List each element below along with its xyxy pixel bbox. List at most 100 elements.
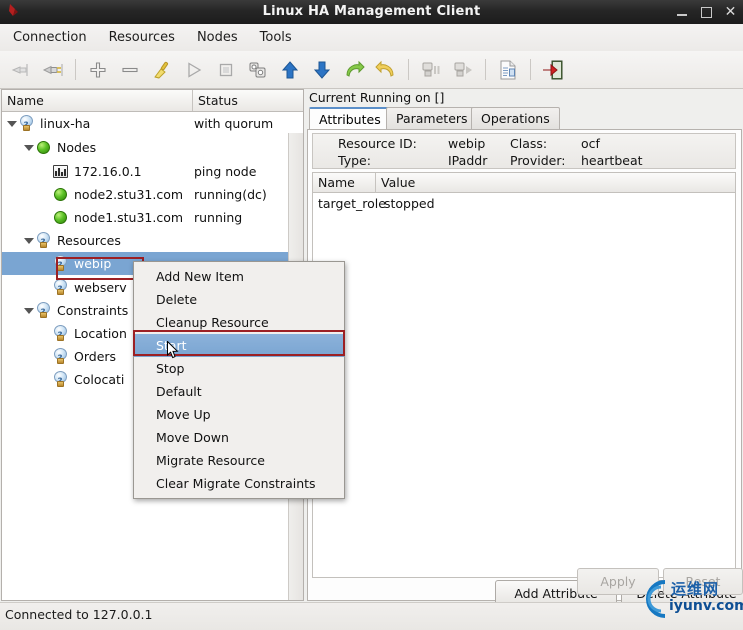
- tree-row-label: node1.stu31.com: [74, 210, 184, 225]
- quit-icon[interactable]: [540, 57, 566, 83]
- tree-column-name[interactable]: Name: [2, 90, 197, 111]
- active-icon[interactable]: [450, 57, 476, 83]
- connect-icon[interactable]: [8, 57, 34, 83]
- green-ball-icon: [52, 209, 69, 226]
- menu-nodes[interactable]: Nodes: [186, 27, 249, 48]
- tree-row-label: node2.stu31.com: [74, 187, 184, 202]
- tree-row-status: ping node: [194, 164, 257, 179]
- twisty-icon[interactable]: [22, 136, 35, 159]
- tree-row-label: Orders: [74, 349, 117, 364]
- bulb-icon: ?: [52, 325, 69, 342]
- status-text: Connected to 127.0.0.1: [5, 607, 153, 622]
- attribute-table-header: Name Value: [312, 172, 736, 193]
- remove-icon[interactable]: [117, 57, 143, 83]
- resource-context-menu: Add New Item Delete Cleanup Resource Sta…: [133, 261, 345, 499]
- tree-row-ping-node[interactable]: 172.16.0.1 ping node: [2, 160, 303, 183]
- attr-column-value[interactable]: Value: [375, 173, 415, 193]
- context-menu-item-move-up[interactable]: Move Up: [134, 403, 344, 426]
- tree-row-status: running: [194, 210, 243, 225]
- toolbar-separator: [75, 59, 76, 80]
- context-menu-item-delete[interactable]: Delete: [134, 288, 344, 311]
- tab-operations[interactable]: Operations: [471, 107, 560, 129]
- standby-icon[interactable]: [418, 57, 444, 83]
- twisty-icon[interactable]: [5, 112, 18, 135]
- bulb-icon: ?: [52, 348, 69, 365]
- attr-column-name[interactable]: Name: [313, 173, 380, 193]
- cleanup-broom-icon[interactable]: [149, 57, 175, 83]
- context-menu-item-stop[interactable]: Stop: [134, 357, 344, 380]
- minimize-button[interactable]: [676, 6, 689, 19]
- move-down-icon[interactable]: [309, 57, 335, 83]
- twisty-icon[interactable]: [22, 229, 35, 252]
- tree-header: Name Status: [2, 90, 303, 112]
- bulb-icon: ?: [52, 371, 69, 388]
- context-menu-item-default[interactable]: Default: [134, 380, 344, 403]
- maximize-button[interactable]: [700, 6, 713, 19]
- footer-buttons: Apply Reset: [307, 566, 743, 598]
- tree-column-status[interactable]: Status: [192, 90, 303, 111]
- attribute-table: target_role stopped: [312, 193, 736, 578]
- tree-row-node2[interactable]: node2.stu31.com running(dc): [2, 183, 303, 206]
- default-gears-icon[interactable]: [245, 57, 271, 83]
- close-button[interactable]: ✕: [724, 5, 737, 19]
- window-controls: ✕: [676, 0, 737, 24]
- move-up-icon[interactable]: [277, 57, 303, 83]
- tree-row-resources[interactable]: ? Resources: [2, 229, 303, 252]
- tree-row-label: Nodes: [57, 140, 97, 155]
- green-ball-icon: [52, 186, 69, 203]
- resource-id-label: Resource ID:: [338, 136, 417, 151]
- context-menu-item-migrate-resource[interactable]: Migrate Resource: [134, 449, 344, 472]
- disconnect-icon[interactable]: [40, 57, 66, 83]
- toolbar-separator: [530, 59, 531, 80]
- menu-tools[interactable]: Tools: [249, 27, 303, 48]
- context-menu-item-add-new-item[interactable]: Add New Item: [134, 265, 344, 288]
- stop-square-icon[interactable]: [213, 57, 239, 83]
- start-play-icon[interactable]: [181, 57, 207, 83]
- bulb-icon: ?: [52, 255, 69, 272]
- apply-button[interactable]: Apply: [577, 568, 659, 595]
- tab-body: Resource ID: webip Class: ocf Type: IPad…: [307, 129, 743, 607]
- status-bar: Connected to 127.0.0.1: [0, 602, 743, 630]
- provider-label: Provider:: [510, 153, 566, 168]
- add-icon[interactable]: [85, 57, 111, 83]
- tree-row-nodes[interactable]: Nodes: [2, 136, 303, 159]
- menu-bar: Connection Resources Nodes Tools: [0, 24, 743, 52]
- tree-row-label: Location: [74, 326, 127, 341]
- migrate-icon[interactable]: [341, 57, 367, 83]
- unmigrate-icon[interactable]: [373, 57, 399, 83]
- toolbar: [0, 51, 743, 89]
- tab-strip: Attributes Parameters Operations: [307, 107, 742, 129]
- context-menu-item-cleanup-resource[interactable]: Cleanup Resource: [134, 311, 344, 334]
- provider-value: heartbeat: [581, 153, 643, 168]
- tree-row-label: Colocati: [74, 372, 125, 387]
- tree-row-node1[interactable]: node1.stu31.com running: [2, 206, 303, 229]
- tab-parameters[interactable]: Parameters: [386, 107, 478, 129]
- toolbar-separator: [408, 59, 409, 80]
- context-menu-item-start[interactable]: Start: [134, 334, 344, 357]
- menu-resources[interactable]: Resources: [98, 27, 186, 48]
- mouse-cursor: [167, 340, 179, 360]
- bulb-icon: ?: [18, 115, 35, 132]
- type-label: Type:: [338, 153, 371, 168]
- table-row[interactable]: target_role stopped: [313, 193, 735, 215]
- menu-connection[interactable]: Connection: [2, 27, 98, 48]
- context-menu-item-clear-migrate-constraints[interactable]: Clear Migrate Constraints: [134, 472, 344, 495]
- cib-document-icon[interactable]: [495, 57, 521, 83]
- context-menu-item-move-down[interactable]: Move Down: [134, 426, 344, 449]
- attr-name: target_role: [318, 196, 386, 211]
- attr-value: stopped: [384, 196, 435, 211]
- tree-row-label: webip: [74, 256, 112, 271]
- tab-attributes[interactable]: Attributes: [309, 107, 391, 129]
- bulb-icon: ?: [35, 232, 52, 249]
- twisty-icon[interactable]: [22, 299, 35, 322]
- class-label: Class:: [510, 136, 548, 151]
- title-bar: Linux HA Management Client ✕: [0, 0, 743, 24]
- reset-button[interactable]: Reset: [663, 568, 743, 595]
- tree-row-label: Resources: [57, 233, 121, 248]
- green-ball-icon: [35, 139, 52, 156]
- tree-row-linux-ha[interactable]: ? linux-ha with quorum: [2, 112, 303, 135]
- tree-row-label: Constraints: [57, 303, 129, 318]
- bulb-icon: ?: [52, 279, 69, 296]
- toolbar-separator: [485, 59, 486, 80]
- tree-row-status: running(dc): [194, 187, 267, 202]
